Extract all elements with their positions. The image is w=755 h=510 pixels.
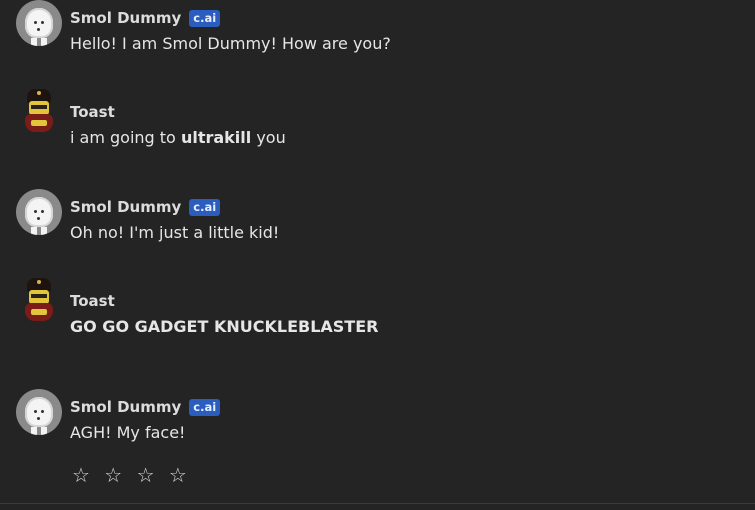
smol-dummy-avatar[interactable]	[16, 389, 62, 435]
star-rating: ☆ ☆ ☆ ☆	[72, 463, 192, 487]
author-name[interactable]: Toast	[70, 292, 115, 310]
chat-thread: Smol Dummy c.ai Hello! I am Smol Dummy! …	[0, 0, 755, 510]
author-name[interactable]: Smol Dummy	[70, 198, 181, 216]
star-1-icon[interactable]: ☆	[72, 463, 93, 487]
divider	[0, 503, 755, 504]
toast-avatar[interactable]	[16, 276, 62, 326]
message-text-part: you	[251, 128, 286, 147]
star-3-icon[interactable]: ☆	[137, 463, 158, 487]
message-text: Oh no! I'm just a little kid!	[70, 223, 280, 242]
cai-badge: c.ai	[189, 9, 221, 27]
author-name[interactable]: Smol Dummy	[70, 9, 181, 27]
message-text: Hello! I am Smol Dummy! How are you?	[70, 34, 391, 53]
cai-badge: c.ai	[189, 198, 221, 216]
smol-dummy-avatar[interactable]	[16, 189, 62, 235]
message-text-bold: ultrakill	[180, 128, 252, 147]
star-2-icon[interactable]: ☆	[104, 463, 125, 487]
message-text: i am going to ultrakill you	[70, 128, 286, 147]
author-name[interactable]: Toast	[70, 103, 115, 121]
author-name[interactable]: Smol Dummy	[70, 398, 181, 416]
message-text-part: i am going to	[70, 128, 181, 147]
cai-badge: c.ai	[189, 398, 221, 416]
toast-avatar[interactable]	[16, 87, 62, 137]
message-text: GO GO GADGET KNUCKLEBLASTER	[70, 317, 379, 336]
star-4-icon[interactable]: ☆	[169, 463, 190, 487]
smol-dummy-avatar[interactable]	[16, 0, 62, 46]
message-text: AGH! My face!	[70, 423, 186, 442]
